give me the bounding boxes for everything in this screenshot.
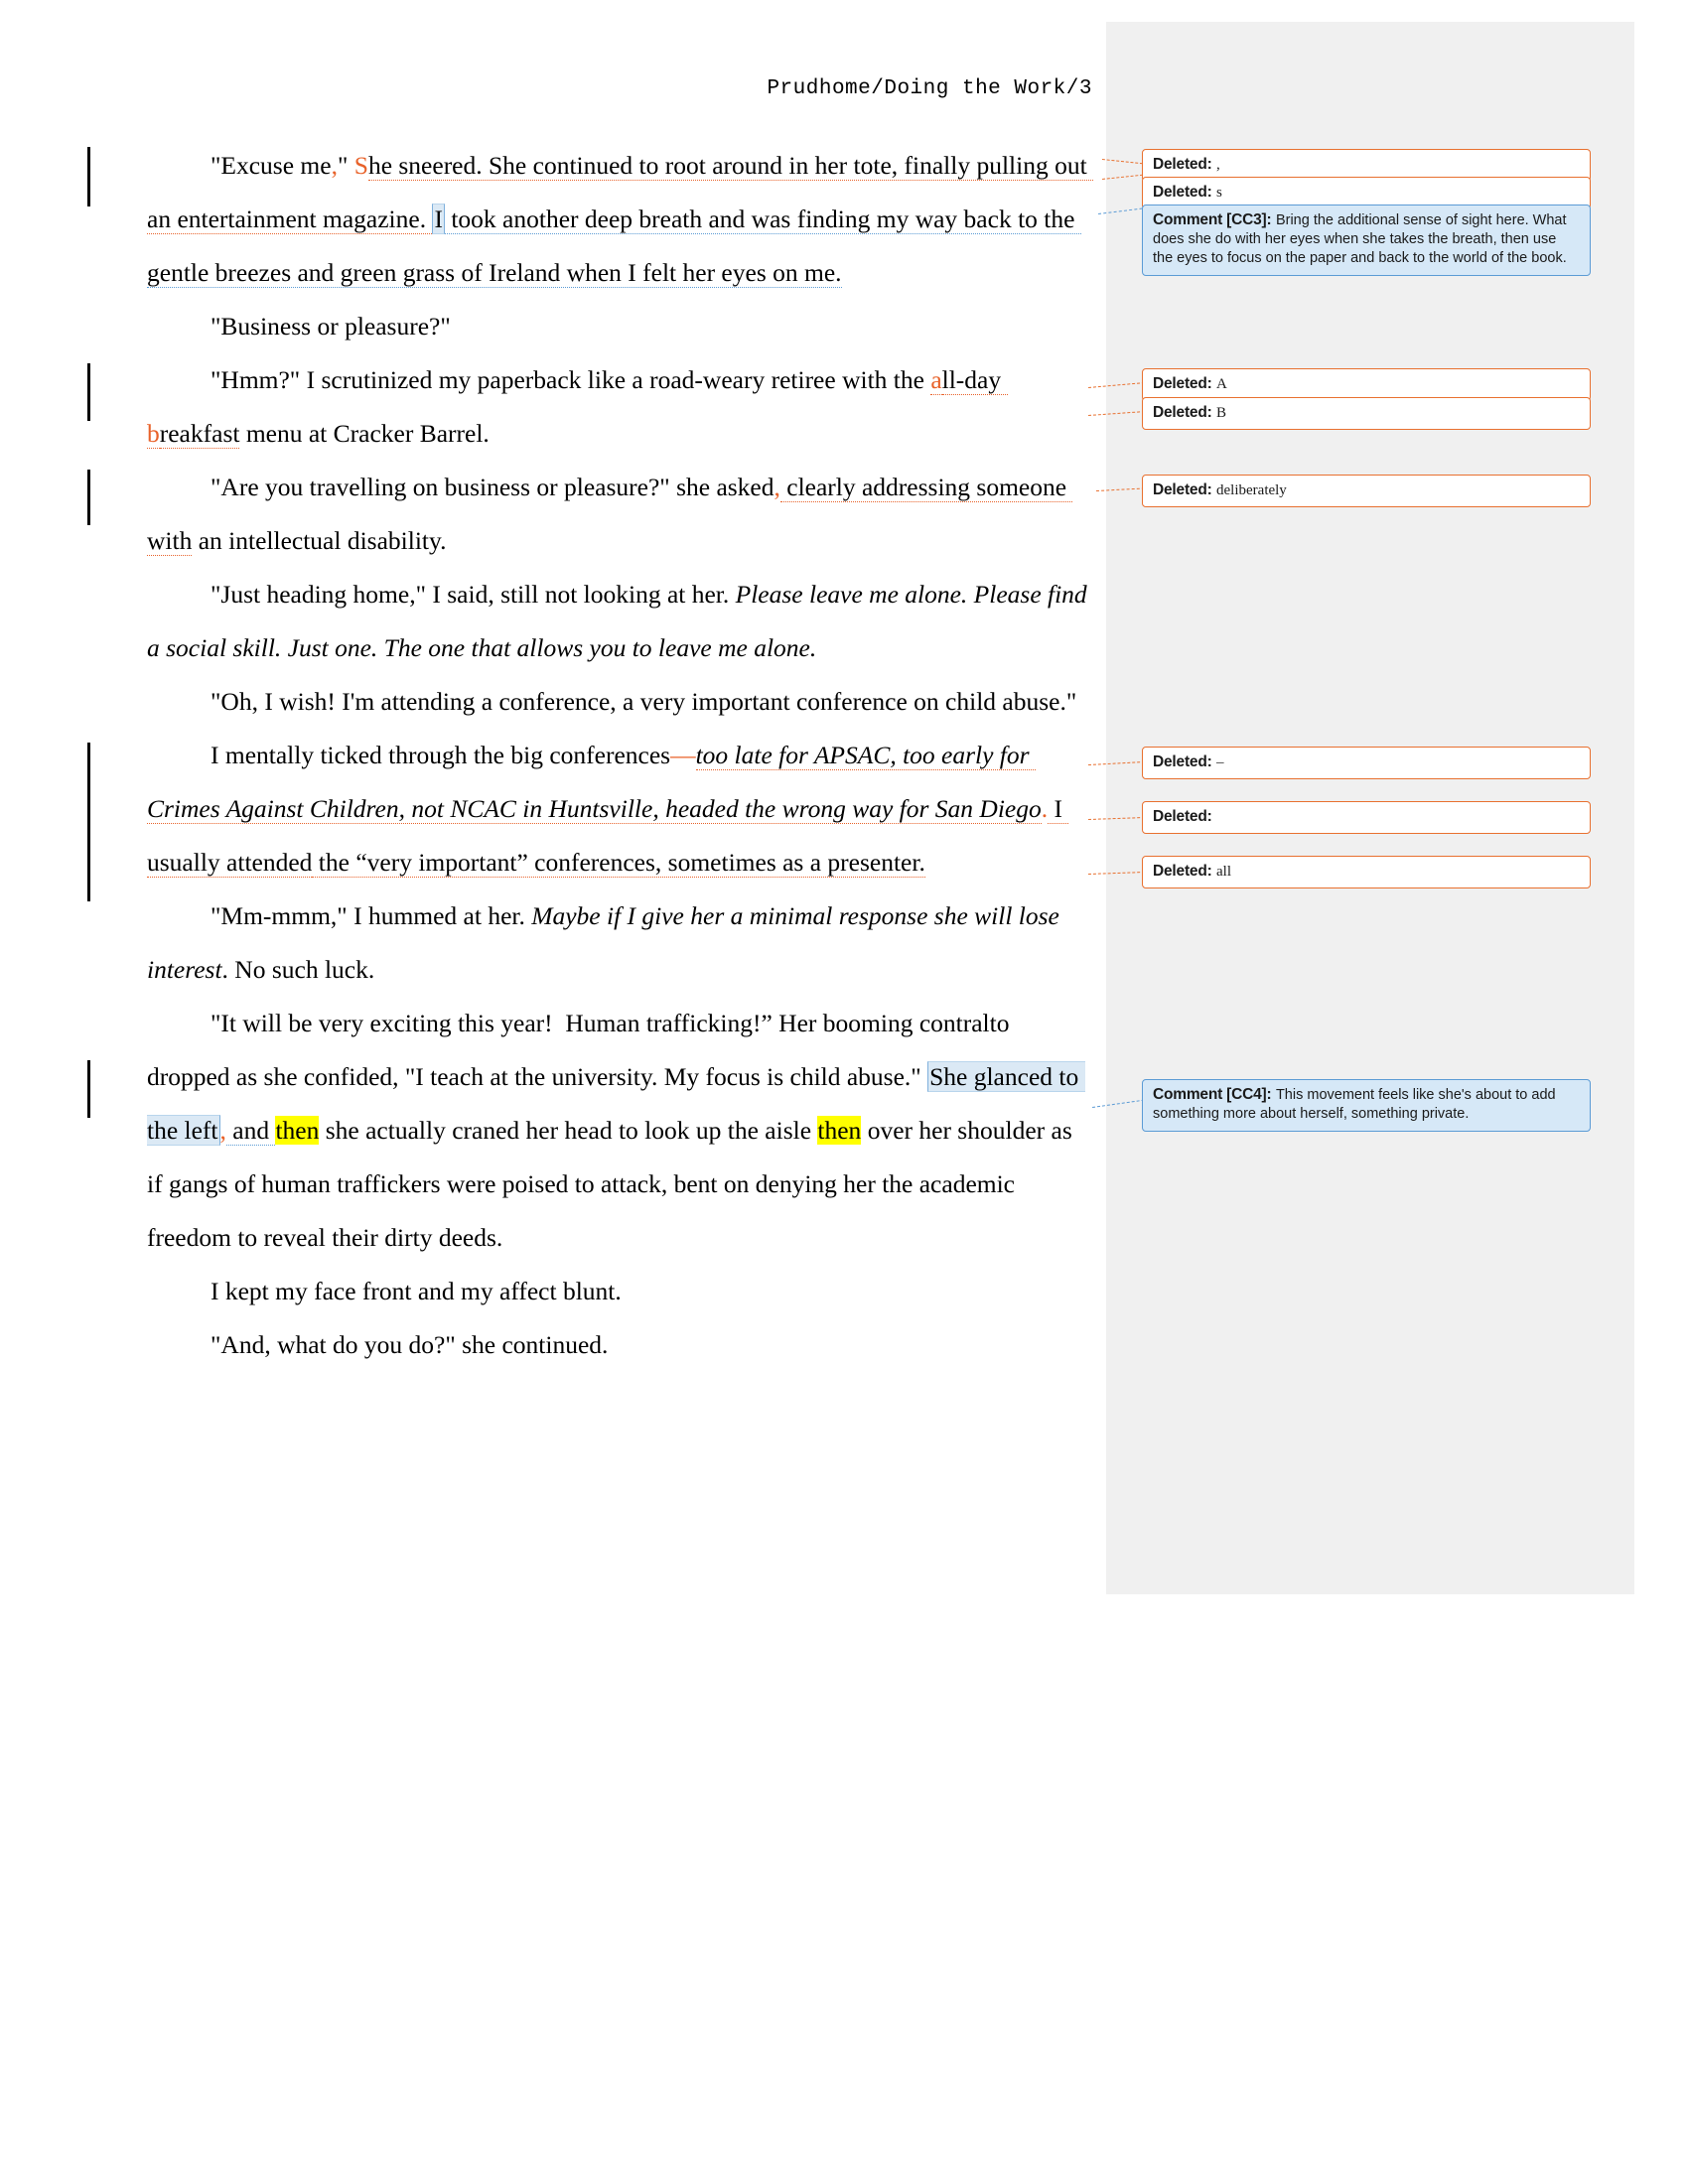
text-run: reakfast: [159, 419, 240, 449]
deleted-balloon[interactable]: Deleted: all: [1142, 856, 1591, 888]
inserted-letter: S: [353, 151, 368, 180]
running-header: Prudhome/Doing the Work/3: [767, 77, 1092, 100]
text-run: an intellectual disability.: [192, 526, 447, 555]
paragraph-4: "Are you travelling on business or pleas…: [147, 461, 1090, 568]
text-run: ll-day: [941, 365, 1008, 395]
text-run: . No such luck.: [221, 955, 375, 984]
deleted-balloon[interactable]: Deleted: –: [1142, 747, 1591, 779]
comment-balloon-cc4[interactable]: Comment [CC4]: This movement feels like …: [1142, 1079, 1591, 1132]
balloon-text: all: [1216, 864, 1232, 880]
change-bar: [87, 470, 90, 525]
paragraph-3: "Hmm?" I scrutinized my paperback like a…: [147, 353, 1090, 461]
paragraph-6: "Oh, I wish! I'm attending a conference,…: [211, 687, 1077, 716]
balloon-label: Deleted:: [1153, 808, 1212, 825]
change-bar: [87, 363, 90, 421]
highlighted-word: then: [817, 1116, 862, 1145]
document-body: "Excuse me," She sneered. She continued …: [147, 139, 1094, 1372]
text-run: "Are you travelling on business or pleas…: [211, 473, 774, 501]
text-run: "Mm-mmm," I hummed at her.: [211, 901, 532, 930]
balloon-text: –: [1216, 754, 1224, 770]
deleted-balloon[interactable]: Deleted:: [1142, 801, 1591, 834]
text-run: menu at Cracker Barrel.: [239, 419, 490, 448]
inserted-letter: b: [147, 419, 160, 449]
paragraph-10: I kept my face front and my affect blunt…: [211, 1277, 622, 1305]
inserted-em-dash: —: [670, 741, 696, 769]
balloon-label: Deleted:: [1153, 156, 1212, 173]
balloon-text: ,: [1216, 157, 1220, 173]
paragraph-9: "It will be very exciting this year! Hum…: [147, 997, 1090, 1265]
text-run: "Excuse me: [211, 151, 332, 180]
comment-balloon-cc3[interactable]: Comment [CC3]: Bring the additional sens…: [1142, 205, 1591, 276]
text-run: she actually craned her head to look up …: [319, 1116, 818, 1145]
paragraph-11: "And, what do you do?" she continued.: [211, 1330, 609, 1359]
balloon-text: deliberately: [1216, 482, 1287, 498]
text-run: "It will be very exciting this year! Hum…: [147, 1009, 1016, 1091]
document-page: Prudhome/Doing the Work/3 "Excuse me," S…: [0, 0, 1688, 2184]
change-bar: [87, 1060, 90, 1118]
inserted-comma: ,: [219, 1116, 226, 1145]
deleted-balloon[interactable]: Deleted: B: [1142, 397, 1591, 430]
text-run: "Hmm?" I scrutinized my paperback like a…: [211, 365, 931, 394]
balloon-label: Deleted:: [1153, 753, 1212, 770]
balloon-label: Deleted:: [1153, 863, 1212, 880]
inserted-comma: ,: [774, 473, 780, 501]
paragraph-8: "Mm-mmm," I hummed at her. Maybe if I gi…: [147, 889, 1090, 997]
comment-scope-run: and: [225, 1116, 276, 1146]
balloon-text: A: [1216, 376, 1227, 392]
balloon-label: Comment [CC3]:: [1153, 211, 1272, 228]
paragraph-7: I mentally ticked through the big confer…: [147, 729, 1090, 889]
text-run: ": [337, 151, 354, 180]
change-bar: [87, 743, 90, 901]
paragraph-2: "Business or pleasure?": [211, 312, 451, 341]
paragraph-5: "Just heading home," I said, still not l…: [147, 568, 1090, 675]
comment-anchor-highlight[interactable]: I: [432, 204, 445, 234]
deleted-balloon[interactable]: Deleted: deliberately: [1142, 475, 1591, 507]
text-run: I mentally ticked through the big confer…: [211, 741, 671, 769]
change-bar: [87, 147, 90, 206]
balloon-text: B: [1216, 405, 1227, 421]
balloon-label: Deleted:: [1153, 404, 1212, 421]
balloon-text: s: [1216, 185, 1222, 201]
text-run: "Just heading home," I said, still not l…: [211, 580, 736, 609]
balloon-label: Deleted:: [1153, 184, 1212, 201]
highlighted-word: then: [275, 1116, 320, 1145]
inserted-underlined-run: the “very important” conferences, someti…: [312, 848, 925, 878]
inserted-letter: a: [930, 365, 942, 395]
balloon-label: Deleted:: [1153, 481, 1212, 498]
paragraph-1: "Excuse me," She sneered. She continued …: [147, 139, 1094, 300]
balloon-label: Deleted:: [1153, 375, 1212, 392]
balloon-label: Comment [CC4]:: [1153, 1086, 1272, 1103]
